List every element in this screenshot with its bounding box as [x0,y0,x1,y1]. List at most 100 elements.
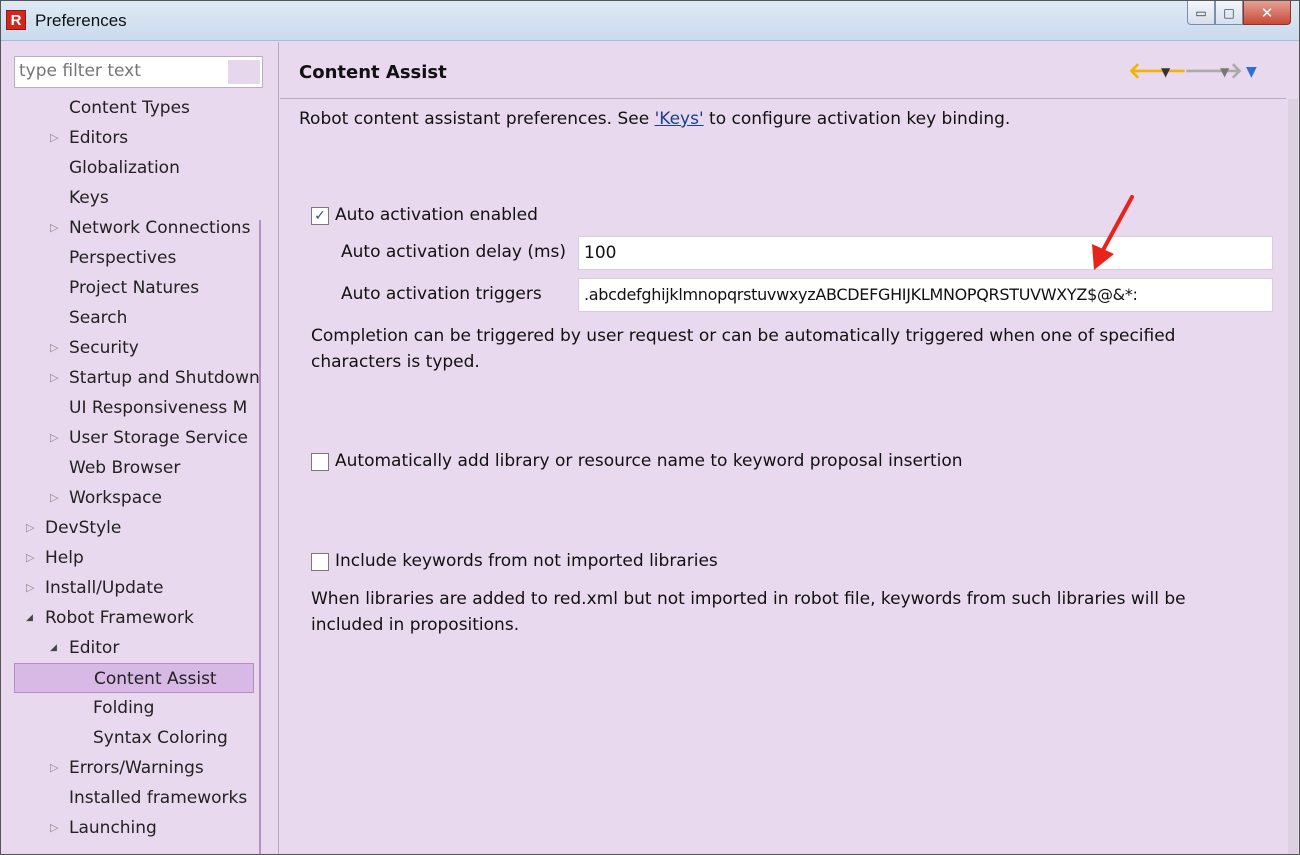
tree-item[interactable]: ▷ Startup and Shutdown [14,363,262,393]
collapsed-chevron-icon[interactable]: ▷ [50,363,62,393]
tree-item[interactable]: ▷ Install/Update [14,573,262,603]
maximize-button[interactable]: □ [1215,1,1243,25]
tree-item-label: User Storage Service [69,428,248,448]
add-library-name-label: Automatically add library or resource na… [335,451,963,471]
clear-filter-icon[interactable] [228,60,260,84]
tree-item[interactable]: ▷ Network Connections [14,213,262,243]
tree-item[interactable]: ▷ Help [14,543,262,573]
activation-triggers-label: Auto activation triggers [341,284,542,304]
tree-item[interactable]: ◢ Editor [14,633,262,663]
tree-item[interactable]: ▷ Editors [14,123,262,153]
page-title: Content Assist [299,62,447,83]
tree-item-label: DevStyle [45,518,122,538]
keys-link[interactable]: 'Keys' [655,109,704,129]
collapsed-chevron-icon[interactable]: ▷ [50,813,62,843]
tree-item-label: Editors [69,128,129,148]
tree-item-label: Web Browser [69,458,181,478]
forward-arrow-icon[interactable]: 🡒 [1184,58,1243,86]
filter-input[interactable] [15,57,227,85]
annotation-arrow-icon [1092,195,1134,270]
tree-item[interactable]: Syntax Coloring [14,723,262,753]
window-controls: ▭ □ ✕ [1187,1,1291,29]
auto-activation-checkbox[interactable]: ✓ [311,207,329,225]
minimize-button[interactable]: ▭ [1187,1,1215,25]
tree-item-label: Syntax Coloring [93,728,228,748]
close-button[interactable]: ✕ [1243,1,1291,25]
tree-item-label: Project Natures [69,278,200,298]
maximize-icon: □ [1223,5,1235,20]
tree-item[interactable]: Content Assist [14,663,254,693]
tree-item-label: Folding [93,698,155,718]
tree-item[interactable]: ▷ DevStyle [14,513,262,543]
collapsed-chevron-icon[interactable]: ▷ [50,423,62,453]
completion-help-line-2: characters is typed. [311,352,480,372]
tree-item[interactable]: Project Natures [14,273,262,303]
filter-box [14,56,263,88]
window-title: Preferences [35,11,127,30]
activation-delay-input[interactable]: 100 [578,236,1273,270]
preferences-navigation: Content Types ▷ Editors Globalization Keys ▷ N… [1,42,279,854]
page-scrollbar[interactable] [1288,99,1298,854]
tree-item[interactable]: ▷ Security [14,333,262,363]
tree-item-label: Content Assist [94,669,217,689]
tree-item-label: Keys [69,188,109,208]
collapsed-chevron-icon[interactable]: ▷ [26,573,38,603]
tree-item-label: Network Connections [69,218,251,238]
minimize-icon: ▭ [1195,5,1207,20]
collapsed-chevron-icon[interactable]: ▷ [26,543,38,573]
expanded-chevron-icon[interactable]: ◢ [26,603,38,633]
page-description: Robot content assistant preferences. See… [299,109,1010,129]
view-menu-icon[interactable]: ▼ [1246,58,1257,86]
activation-triggers-input[interactable]: .abcdefghijklmnopqrstuvwxyzABCDEFGHIJKLM… [578,278,1273,312]
tree-item[interactable]: ▷ Launching [14,813,262,843]
include-keywords-help-line-1: When libraries are added to red.xml but … [311,589,1186,609]
tree-item-label: Perspectives [69,248,177,268]
expanded-chevron-icon[interactable]: ◢ [50,633,62,663]
description-text-end: to configure activation key binding. [703,109,1011,129]
collapsed-chevron-icon[interactable]: ▷ [50,753,62,783]
collapsed-chevron-icon[interactable]: ▷ [50,213,62,243]
back-arrow-icon[interactable]: 🡐 [1128,58,1187,86]
tree-item[interactable]: Search [14,303,262,333]
tree-item-label: Robot Framework [45,608,194,628]
tree-item[interactable]: ▷ Workspace [14,483,262,513]
tree-item[interactable]: Perspectives [14,243,262,273]
tree-item-label: Editor [69,638,120,658]
tree-item[interactable]: Web Browser [14,453,262,483]
add-library-name-checkbox[interactable] [311,453,329,471]
tree-scrollbar[interactable] [259,220,261,854]
tree-item[interactable]: ▷ User Storage Service [14,423,262,453]
tree-item-label: Help [45,548,84,568]
tree-item[interactable]: Globalization [14,153,262,183]
include-keywords-help-text: When libraries are added to red.xml but … [311,586,1186,638]
tree-item-label: Content Types [69,98,190,118]
forward-menu-chevron-icon[interactable]: ▼ [1220,58,1229,86]
tree-item[interactable]: Folding [14,693,262,723]
tree-item[interactable]: ◢ Robot Framework [14,603,262,633]
preference-page: Content Assist 🡐 ▼ 🡒 ▼ ▼ Robot content a… [280,42,1286,854]
tree-item-label: Launching [69,818,157,838]
app-logo-icon: R [6,10,26,30]
include-keywords-checkbox[interactable] [311,553,329,571]
collapsed-chevron-icon[interactable]: ▷ [50,123,62,153]
auto-activation-label: Auto activation enabled [335,205,538,225]
tree-item[interactable]: Keys [14,183,262,213]
tree-item-label: Errors/Warnings [69,758,204,778]
tree-item[interactable]: Content Types [14,93,262,123]
collapsed-chevron-icon[interactable]: ▷ [26,513,38,543]
collapsed-chevron-icon[interactable]: ▷ [50,483,62,513]
back-menu-chevron-icon[interactable]: ▼ [1161,58,1170,86]
tree-item-label: UI Responsiveness M [69,398,248,418]
include-keywords-help-line-2: included in propositions. [311,615,520,635]
collapsed-chevron-icon[interactable]: ▷ [50,333,62,363]
tree-item-label: Install/Update [45,578,164,598]
tree-item-label: Workspace [69,488,162,508]
preferences-window: R Preferences ▭ □ ✕ Content Types ▷ Editor… [0,0,1300,855]
tree-item-label: Startup and Shutdown [69,368,260,388]
tree-item-label: Search [69,308,128,328]
tree-item[interactable]: UI Responsiveness M [14,393,262,423]
include-keywords-label: Include keywords from not imported libra… [335,551,718,571]
tree-item[interactable]: Installed frameworks [14,783,262,813]
tree-item[interactable]: ▷ Errors/Warnings [14,753,262,783]
page-navigation: 🡐 ▼ 🡒 ▼ ▼ [1128,58,1268,86]
